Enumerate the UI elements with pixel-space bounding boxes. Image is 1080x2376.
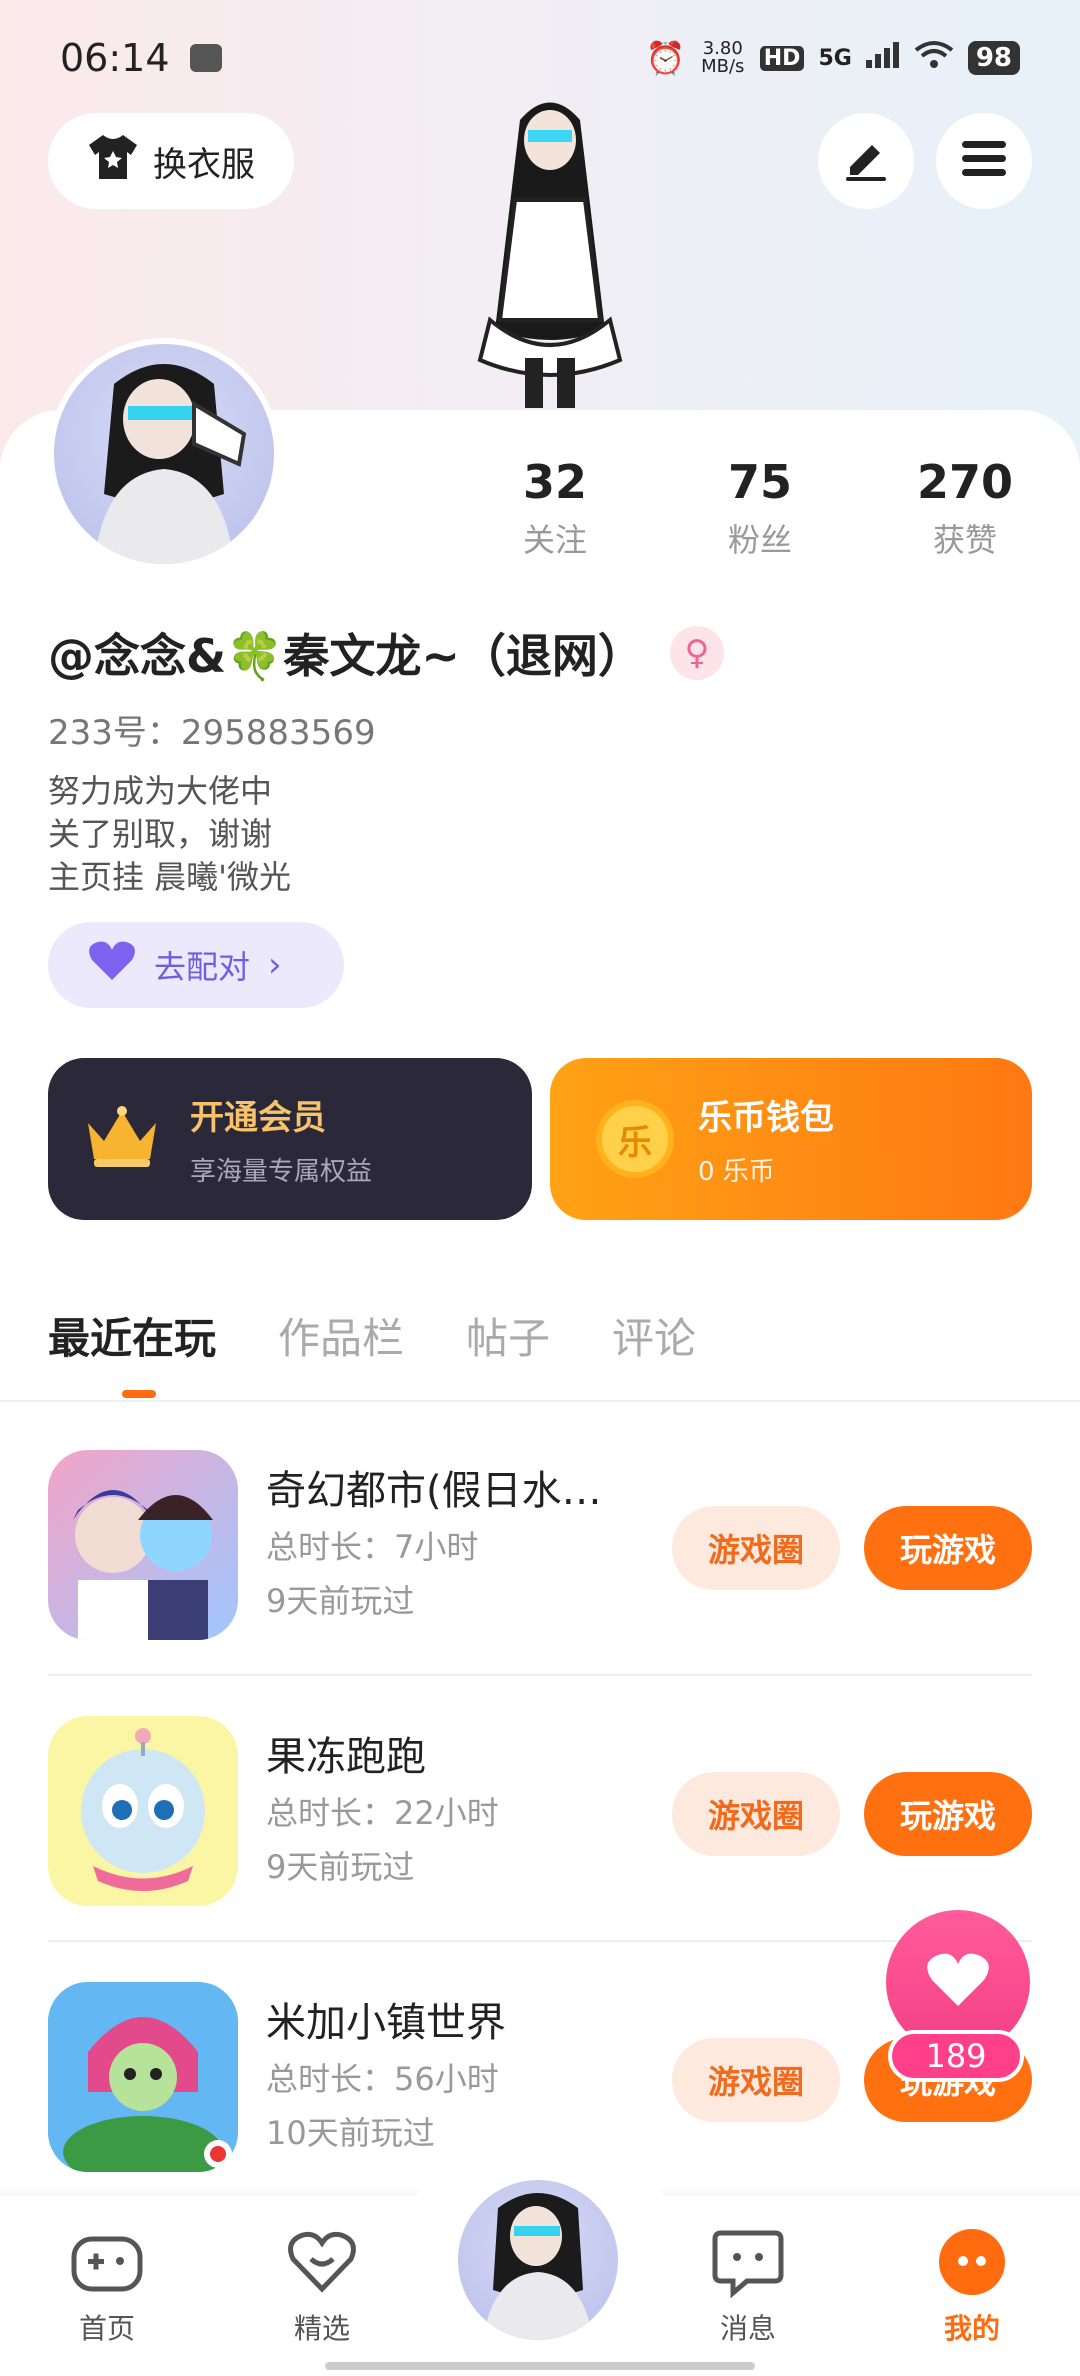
profile-avatar[interactable]	[48, 338, 280, 570]
stat-following[interactable]: 32 关注	[475, 455, 635, 561]
bio-line: 努力成为大佬中	[48, 772, 273, 810]
signal-label: 5G	[818, 45, 852, 71]
change-outfit-label: 换衣服	[153, 144, 255, 185]
alarm-icon: ⏰	[645, 39, 686, 77]
fans-label: 粉丝	[727, 521, 792, 559]
change-outfit-button[interactable]: 换衣服	[48, 113, 294, 209]
gamepad-icon	[70, 2225, 144, 2299]
play-game-button[interactable]: 玩游戏	[864, 1506, 1032, 1590]
nav-home[interactable]: 首页	[47, 2225, 167, 2347]
nav-featured[interactable]: 精选	[262, 2225, 382, 2347]
game-playtime: 总时长：56小时	[266, 2060, 499, 2098]
like-count-badge: 189	[888, 2030, 1024, 2082]
tab-posts[interactable]: 帖子	[466, 1305, 550, 1366]
game-row[interactable]: 果冻跑跑 总时长：22小时 9天前玩过 游戏圈 玩游戏	[48, 1676, 1032, 1942]
tab-recently-played[interactable]: 最近在玩	[48, 1305, 216, 1366]
likes-label: 获赞	[932, 521, 997, 559]
bio: 努力成为大佬中 关了别取，谢谢 主页挂 晨曦'微光	[48, 770, 291, 899]
game-name: 米加小镇世界	[266, 2000, 506, 2046]
bio-line: 关了别取，谢谢	[48, 815, 273, 853]
game-row[interactable]: 奇幻都市(假日水… 总时长：7小时 9天前玩过 游戏圈 玩游戏	[48, 1410, 1032, 1676]
play-game-button[interactable]: 玩游戏	[864, 1772, 1032, 1856]
crown-icon	[84, 1105, 160, 1173]
tab-works[interactable]: 作品栏	[278, 1305, 404, 1366]
status-time: 06:14	[60, 36, 170, 80]
game-icon[interactable]	[48, 1982, 238, 2172]
vip-title: 开通会员	[190, 1098, 326, 1138]
wifi-icon	[914, 40, 954, 76]
game-last-played: 9天前玩过	[266, 1582, 415, 1620]
hd-badge: HD	[759, 45, 805, 71]
likes-count: 270	[916, 455, 1014, 509]
battery-level: 98	[967, 41, 1020, 75]
game-icon[interactable]	[48, 1716, 238, 1906]
hamburger-menu-icon	[960, 139, 1008, 183]
game-playtime: 总时长：7小时	[266, 1528, 479, 1566]
username-text: @念念&🍀秦文龙~（退网）	[48, 629, 644, 683]
pencil-icon	[842, 135, 890, 187]
wallet-title: 乐币钱包	[698, 1098, 834, 1138]
home-gesture-bar	[325, 2362, 755, 2370]
net-speed: 3.80 MB/s	[701, 38, 745, 77]
coin-icon: 乐	[596, 1100, 674, 1178]
tshirt-icon	[87, 133, 139, 190]
fans-count: 75	[727, 455, 792, 509]
game-last-played: 9天前玩过	[266, 1848, 415, 1886]
vip-membership-card[interactable]: 开通会员 享海量专属权益	[48, 1058, 532, 1220]
tab-comments[interactable]: 评论	[612, 1305, 696, 1366]
profile-face-icon	[935, 2225, 1009, 2299]
signal-bars-icon	[865, 42, 900, 74]
game-circle-button[interactable]: 游戏圈	[672, 1506, 840, 1590]
nav-messages[interactable]: 消息	[688, 2225, 808, 2347]
chevron-right-icon: ›	[268, 945, 282, 985]
nav-home-label: 首页	[78, 2312, 135, 2345]
game-last-played: 10天前玩过	[266, 2114, 435, 2152]
chat-bubble-icon	[711, 2225, 785, 2299]
menu-button[interactable]	[936, 113, 1032, 209]
active-tab-indicator	[122, 1390, 156, 1398]
status-bar: 06:14 ⏰ 3.80 MB/s HD 5G 98	[60, 32, 1020, 84]
stat-likes[interactable]: 270 获赞	[885, 455, 1045, 561]
following-count: 32	[522, 455, 587, 509]
female-gender-icon: ♀	[669, 626, 724, 680]
stat-fans[interactable]: 75 粉丝	[680, 455, 840, 561]
coin-wallet-card[interactable]: 乐 乐币钱包 0 乐币	[550, 1058, 1032, 1220]
tab-divider	[0, 1400, 1080, 1402]
heart-outline-icon	[285, 2225, 359, 2299]
profile-tabs: 最近在玩 作品栏 帖子 评论	[48, 1305, 696, 1366]
avatar-character-figure	[430, 90, 670, 410]
username: @念念&🍀秦文龙~（退网） ♀	[48, 620, 724, 686]
user-id: 233号：295883569	[48, 713, 376, 753]
match-label: 去配对	[154, 948, 251, 986]
edit-profile-button[interactable]	[818, 113, 914, 209]
nav-featured-label: 精选	[293, 2312, 350, 2345]
nav-messages-label: 消息	[719, 2312, 776, 2345]
following-label: 关注	[522, 521, 587, 559]
game-circle-button[interactable]: 游戏圈	[672, 1772, 840, 1856]
heart-icon	[926, 1952, 990, 2012]
nav-mine-label: 我的	[943, 2312, 1000, 2345]
game-name: 奇幻都市(假日水…	[266, 1468, 602, 1514]
game-playtime: 总时长：22小时	[266, 1794, 499, 1832]
match-button[interactable]: 去配对 ›	[48, 922, 344, 1008]
wallet-balance: 0 乐币	[698, 1157, 775, 1187]
bio-line: 主页挂 晨曦'微光	[48, 858, 291, 896]
nav-center-avatar[interactable]	[452, 2174, 624, 2346]
heart-icon	[88, 940, 136, 990]
game-circle-button[interactable]: 游戏圈	[672, 2038, 840, 2122]
game-name: 果冻跑跑	[266, 1734, 426, 1780]
vip-subtitle: 享海量专属权益	[190, 1157, 373, 1187]
app-notification-icon	[189, 44, 222, 72]
game-icon[interactable]	[48, 1450, 238, 1640]
nav-mine[interactable]: 我的	[912, 2225, 1032, 2347]
